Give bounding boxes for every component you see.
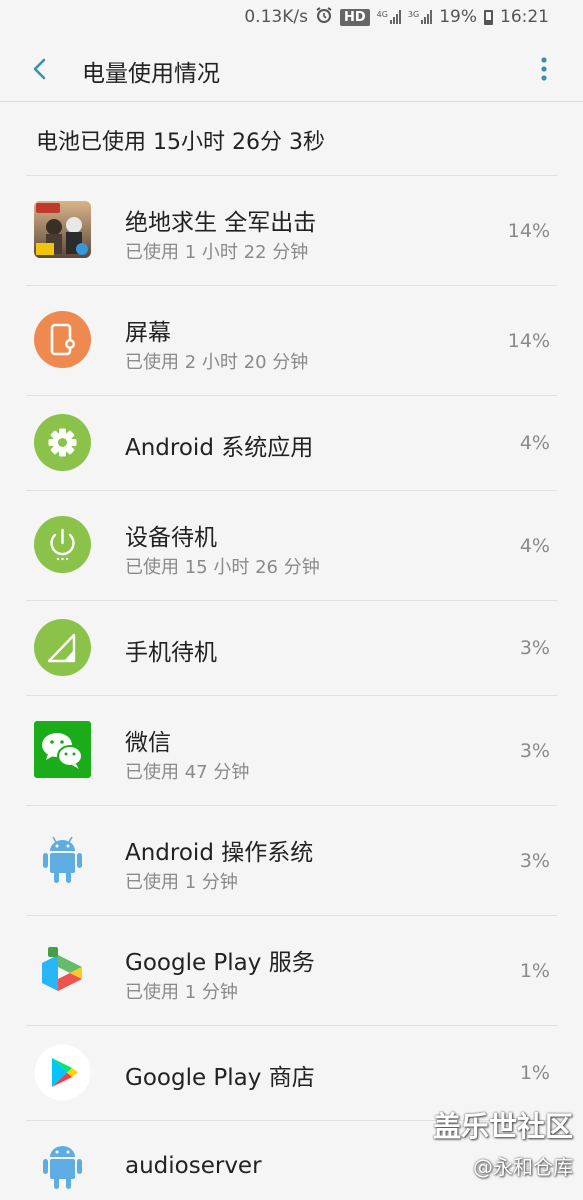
item-name: 绝地求生 全军出击 [125, 210, 317, 236]
header-divider [0, 101, 583, 102]
list-item[interactable]: Android 系统应用 4% [0, 395, 583, 490]
item-percent: 14% [507, 330, 550, 352]
item-name: 设备待机 [125, 525, 217, 551]
item-percent: 3% [519, 637, 550, 659]
hd-badge: HD [339, 8, 370, 26]
power-icon [34, 516, 91, 573]
item-name: 手机待机 [125, 640, 217, 666]
chevron-left-icon [33, 58, 46, 80]
battery-icon [484, 9, 493, 25]
item-percent: 14% [507, 220, 550, 242]
item-percent: 4% [519, 535, 550, 557]
item-usage: 已使用 1 分钟 [125, 982, 238, 1003]
list-item[interactable]: 绝地求生 全军出击 已使用 1 小时 22 分钟 14% [0, 175, 583, 285]
list-item[interactable]: 设备待机 已使用 15 小时 26 分钟 4% [0, 490, 583, 600]
list-item[interactable]: Google Play 服务 已使用 1 分钟 1% [0, 915, 583, 1025]
gear-icon [34, 414, 91, 471]
status-bar: 0.13K/s HD 4G 3G 19% 16:21 [0, 0, 583, 34]
watermark-author: @永和仓库 [473, 1155, 573, 1179]
screen-icon [34, 311, 91, 368]
battery-total-usage: 电池已使用 15小时 26分 3秒 [36, 130, 325, 155]
page-title: 电量使用情况 [82, 61, 220, 87]
item-usage: 已使用 15 小时 26 分钟 [125, 557, 320, 578]
app-bar: 电量使用情况 [0, 34, 583, 102]
signal-icon [34, 619, 91, 676]
battery-percent: 19% [439, 7, 477, 27]
pubg-game-icon [34, 201, 91, 258]
list-item[interactable]: 屏幕 已使用 2 小时 20 分钟 14% [0, 285, 583, 395]
clock: 16:21 [500, 7, 549, 27]
item-usage: 已使用 47 分钟 [125, 762, 250, 783]
item-name: Google Play 商店 [125, 1065, 315, 1091]
signal-icon: 3G [408, 10, 433, 24]
play-store-icon [34, 1044, 91, 1101]
wechat-icon [34, 721, 91, 778]
network-speed: 0.13K/s [244, 7, 308, 27]
list-item[interactable]: 手机待机 3% [0, 600, 583, 695]
item-percent: 4% [519, 432, 550, 454]
alarm-icon [315, 6, 333, 29]
item-percent: 3% [519, 850, 550, 872]
item-percent: 1% [519, 1062, 550, 1084]
android-icon [34, 1137, 91, 1194]
item-percent: 3% [519, 740, 550, 762]
item-name: Android 操作系统 [125, 840, 314, 866]
watermark: 盖乐世社区 @永和仓库 [433, 1105, 573, 1180]
more-vert-icon [541, 57, 547, 81]
play-services-icon [34, 941, 91, 998]
list-item[interactable]: Android 操作系统 已使用 1 分钟 3% [0, 805, 583, 915]
item-name: 微信 [125, 730, 171, 756]
list-item[interactable]: 微信 已使用 47 分钟 3% [0, 695, 583, 805]
signal-icon: 4G [377, 10, 401, 24]
watermark-title: 盖乐世社区 [432, 1110, 573, 1143]
item-usage: 已使用 1 小时 22 分钟 [125, 242, 309, 263]
item-name: 屏幕 [125, 320, 171, 346]
back-button[interactable] [24, 52, 58, 86]
item-name: Android 系统应用 [125, 435, 314, 461]
item-name: audioserver [125, 1153, 262, 1179]
android-icon [34, 831, 91, 888]
item-usage: 已使用 1 分钟 [125, 872, 238, 893]
item-name: Google Play 服务 [125, 950, 315, 976]
more-options-button[interactable] [529, 52, 559, 86]
item-usage: 已使用 2 小时 20 分钟 [125, 352, 309, 373]
item-percent: 1% [519, 960, 550, 982]
